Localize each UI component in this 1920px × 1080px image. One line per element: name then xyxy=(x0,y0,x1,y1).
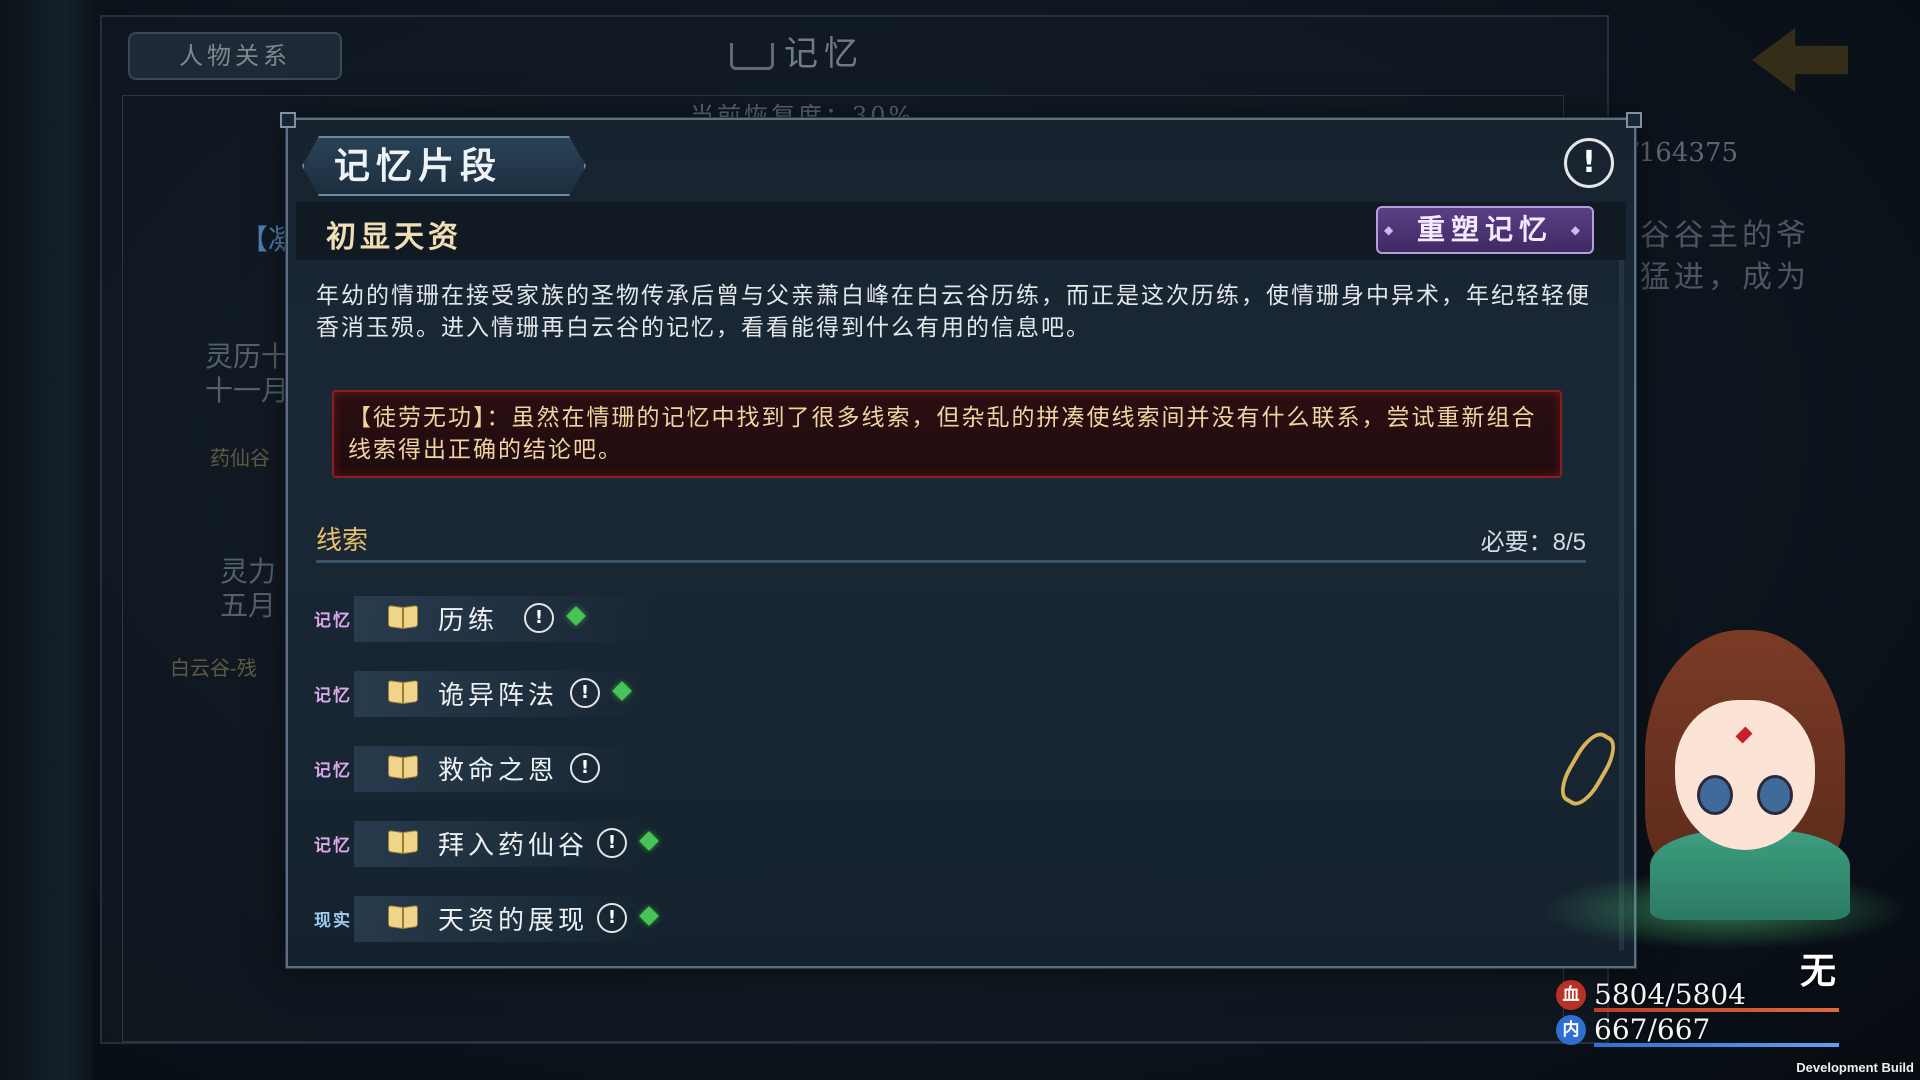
bg-right-text: 谷谷主的爷 猛进，成为 xyxy=(1640,215,1810,299)
bg-timeline-entry: 灵力 五月 xyxy=(220,555,276,623)
forehead-mark xyxy=(1735,726,1753,744)
clue-item[interactable]: 记忆 拜入药仙谷 ! xyxy=(314,813,1014,888)
clue-type-tag: 记忆 xyxy=(314,836,352,856)
reshape-memory-button[interactable]: 重塑记忆 xyxy=(1376,206,1594,254)
bg-counter: /164375 xyxy=(1630,138,1739,168)
corner-ornament xyxy=(280,112,296,128)
bg-entry-line: 十一月 xyxy=(205,374,290,407)
portrait-face xyxy=(1675,700,1815,850)
clue-type-tag: 记忆 xyxy=(314,611,352,631)
clue-info-icon[interactable]: ! xyxy=(597,828,627,858)
result-warning-box: 【徒劳无功】：虽然在情珊的记忆中找到了很多线索，但杂乱的拼凑使线索间并没有什么联… xyxy=(332,390,1562,478)
build-label: Development Build xyxy=(1796,1060,1914,1075)
memory-screen-title-text: 记忆 xyxy=(784,34,864,74)
bg-right-line: 猛进，成为 xyxy=(1640,260,1810,295)
clue-type-tag: 记忆 xyxy=(314,686,352,706)
hp-value: 5804/5804 xyxy=(1594,978,1746,1011)
warning-text: 【徒劳无功】：虽然在情珊的记忆中找到了很多线索，但杂乱的拼凑使线索间并没有什么联… xyxy=(348,405,1537,463)
clue-name: 救命之恩 xyxy=(438,756,559,786)
clue-item[interactable]: 记忆 历练 ! xyxy=(314,588,1014,663)
bg-entry-line: 灵力 xyxy=(220,555,277,588)
clue-info-icon[interactable]: ! xyxy=(570,678,600,708)
bg-place-label: 药仙谷 xyxy=(210,446,270,470)
pendant-icon xyxy=(1552,726,1624,812)
memory-description: 年幼的情珊在接受家族的圣物传承后曾与父亲萧白峰在白云谷历练，而正是这次历练，使情… xyxy=(316,283,1591,341)
memory-title: 初显天资 xyxy=(326,220,462,255)
mp-stat: 内 667/667 xyxy=(1556,1013,1846,1047)
bg-entry-line: 五月 xyxy=(220,589,277,622)
book-icon xyxy=(388,756,418,778)
clue-name: 拜入药仙谷 xyxy=(438,831,589,861)
portrait-eye xyxy=(1697,775,1733,815)
memory-title-bar: 初显天资 重塑记忆 xyxy=(296,202,1626,260)
clue-name: 天资的展现 xyxy=(438,906,589,936)
mp-bar xyxy=(1594,1043,1839,1047)
character-relations-tab[interactable]: 人物关系 xyxy=(128,32,342,80)
hp-bar xyxy=(1594,1008,1839,1012)
bg-right-line: 谷谷主的爷 xyxy=(1640,218,1810,253)
bg-place-label: 白云谷-残 xyxy=(170,656,257,680)
dialog-header: 记忆片段 xyxy=(302,136,586,196)
clue-item[interactable]: 记忆 诡异阵法 ! xyxy=(314,663,1014,738)
book-icon xyxy=(388,606,418,628)
clues-label: 线索 xyxy=(316,525,369,555)
clue-list: 记忆 历练 ! 记忆 诡异阵法 ! 记忆 救命之恩 ! 记忆 拜入药仙谷 ! 现… xyxy=(314,588,1014,963)
clue-item[interactable]: 现实 天资的展现 ! xyxy=(314,888,1014,963)
clue-item[interactable]: 记忆 救命之恩 ! xyxy=(314,738,1014,813)
clues-required-count: 必要：8/5 xyxy=(1480,529,1586,556)
back-arrow-icon[interactable] xyxy=(1752,28,1848,92)
clue-name: 历练 xyxy=(438,606,499,636)
mp-value: 667/667 xyxy=(1594,1013,1711,1046)
corner-ornament xyxy=(1626,112,1642,128)
clue-type-tag: 现实 xyxy=(314,911,352,931)
hp-stat: 血 5804/5804 xyxy=(1556,978,1846,1012)
book-icon xyxy=(388,831,418,853)
bg-entry-line: 灵历十 xyxy=(205,340,290,373)
clue-type-tag: 记忆 xyxy=(314,761,352,781)
mp-icon: 内 xyxy=(1556,1015,1586,1045)
clue-info-icon[interactable]: ! xyxy=(570,753,600,783)
clue-info-icon[interactable]: ! xyxy=(524,603,554,633)
left-decor-strip xyxy=(0,0,92,1080)
book-icon xyxy=(388,906,418,928)
memory-screen-title: 记忆 xyxy=(730,26,864,75)
memory-fragment-dialog: 记忆片段 ! 初显天资 重塑记忆 年幼的情珊在接受家族的圣物传承后曾与父亲萧白峰… xyxy=(280,112,1642,968)
character-portrait xyxy=(1540,610,1910,990)
clues-header: 线索 必要：8/5 xyxy=(316,520,1586,563)
clue-name: 诡异阵法 xyxy=(438,681,559,711)
hp-icon: 血 xyxy=(1556,980,1586,1010)
portrait-eye xyxy=(1757,775,1793,815)
info-button[interactable]: ! xyxy=(1564,138,1614,188)
clue-info-icon[interactable]: ! xyxy=(597,903,627,933)
book-icon xyxy=(388,681,418,703)
book-icon xyxy=(730,42,774,70)
bg-timeline-entry: 灵历十 十一月 xyxy=(205,340,289,408)
